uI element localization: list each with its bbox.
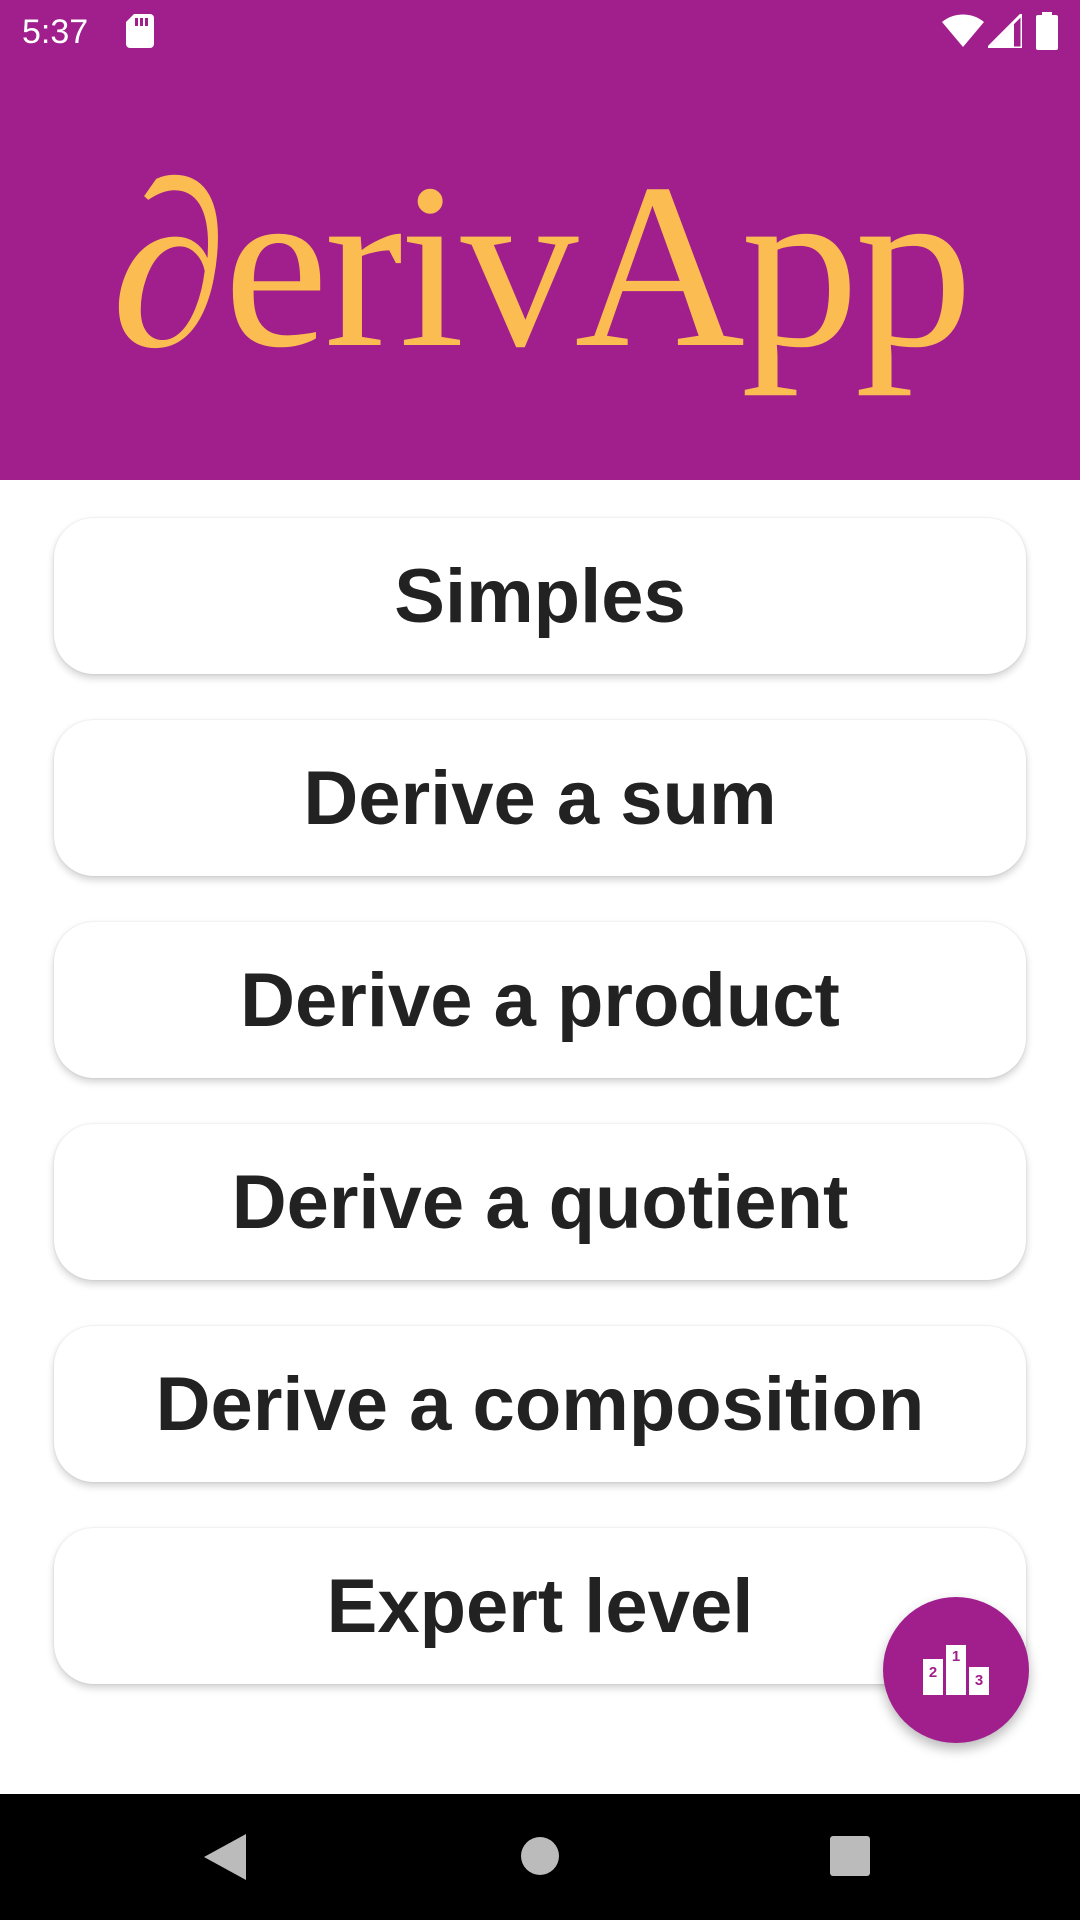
derive-sum-label: Derive a sum: [303, 755, 777, 841]
back-icon[interactable]: [204, 1834, 246, 1880]
derive-product-label: Derive a product: [240, 957, 840, 1043]
derive-product-button[interactable]: Derive a product: [54, 922, 1026, 1078]
derive-quotient-button[interactable]: Derive a quotient: [54, 1124, 1026, 1280]
menu-list: Simples Derive a sum Derive a product De…: [54, 518, 1026, 1730]
app-screen: 5:37 ∂erivApp Simples Derive a sum Deriv…: [0, 0, 1080, 1920]
derive-composition-button[interactable]: Derive a composition: [54, 1326, 1026, 1482]
derive-composition-label: Derive a composition: [155, 1361, 925, 1447]
logo-text: ∂erivApp: [111, 136, 973, 397]
derive-quotient-label: Derive a quotient: [231, 1159, 849, 1245]
battery-icon: [1036, 12, 1058, 50]
wifi-icon: [942, 14, 984, 47]
svg-text:2: 2: [929, 1664, 937, 1681]
podium-icon: 2 1 3: [923, 1645, 989, 1695]
expert-level-button[interactable]: Expert level: [54, 1528, 1026, 1684]
simples-label: Simples: [394, 553, 686, 639]
app-logo: ∂erivApp: [0, 64, 1080, 480]
home-icon[interactable]: [520, 1836, 560, 1876]
system-nav-bar: [0, 1794, 1080, 1920]
status-time: 5:37: [22, 13, 89, 51]
recents-icon[interactable]: [830, 1836, 870, 1876]
leaderboard-fab[interactable]: 2 1 3: [883, 1597, 1029, 1743]
svg-text:1: 1: [952, 1648, 960, 1665]
derive-sum-button[interactable]: Derive a sum: [54, 720, 1026, 876]
status-bar: 5:37: [0, 0, 1080, 64]
sd-card-icon: [126, 14, 154, 48]
expert-level-label: Expert level: [326, 1563, 754, 1649]
svg-text:3: 3: [975, 1672, 983, 1689]
simples-button[interactable]: Simples: [54, 518, 1026, 674]
signal-icon: [988, 14, 1022, 48]
